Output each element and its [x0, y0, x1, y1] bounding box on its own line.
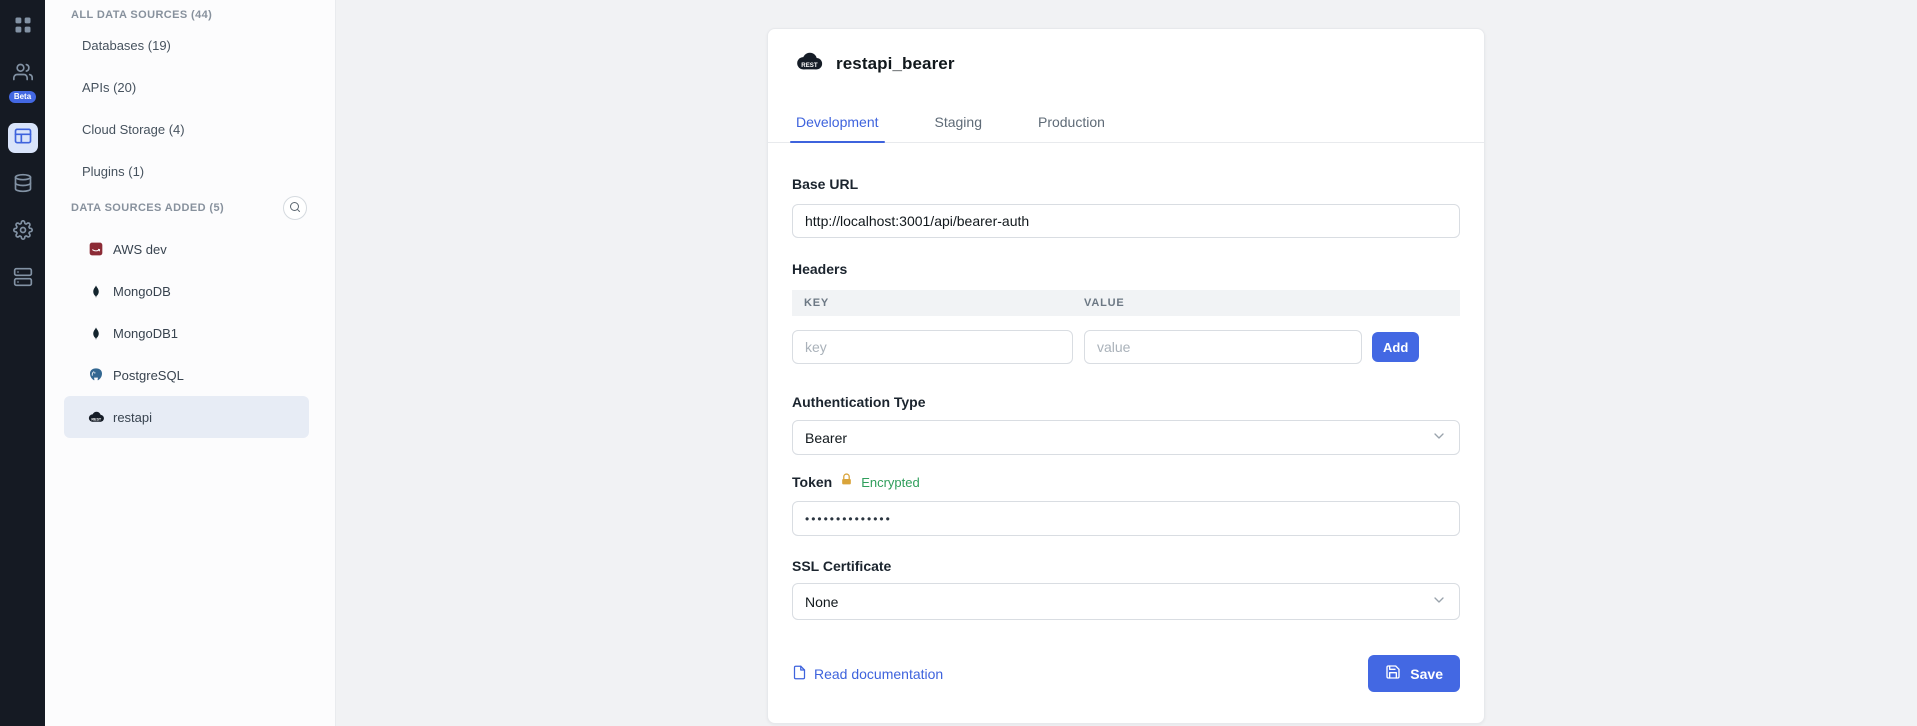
- tab-production[interactable]: Production: [1032, 104, 1111, 142]
- auth-type-value: Bearer: [805, 430, 847, 446]
- sidebar-item-databases[interactable]: Databases (19): [45, 24, 335, 66]
- sidebar-item-postgresql[interactable]: PostgreSQL: [64, 354, 309, 396]
- base-url-input[interactable]: [792, 204, 1460, 238]
- search-button[interactable]: [283, 196, 307, 220]
- headers-row: Add: [792, 330, 1460, 364]
- database-icon: [13, 173, 33, 198]
- encrypted-badge: Encrypted: [861, 475, 920, 490]
- svg-text:REST: REST: [91, 417, 102, 421]
- mongodb-leaf-icon: [87, 326, 105, 341]
- save-icon: [1385, 664, 1401, 683]
- base-url-label: Base URL: [792, 176, 1460, 192]
- lock-icon: [840, 473, 853, 491]
- rail-item-workflows[interactable]: [8, 59, 38, 89]
- headers-table-header: KEY VALUE: [792, 290, 1460, 316]
- chevron-down-icon: [1431, 592, 1447, 611]
- page-title: restapi_bearer: [836, 54, 955, 74]
- header-value-input[interactable]: [1084, 330, 1362, 364]
- sidebar-item-mongodb[interactable]: MongoDB: [64, 270, 309, 312]
- token-block: Token Encrypted: [792, 473, 1460, 536]
- ssl-certificate-label: SSL Certificate: [792, 558, 1460, 574]
- app-window: Beta: [0, 0, 1917, 726]
- header-key-input[interactable]: [792, 330, 1073, 364]
- datasource-label: MongoDB: [113, 284, 171, 299]
- auth-type-block: Authentication Type Bearer: [792, 394, 1460, 455]
- document-icon: [792, 665, 807, 683]
- value-column-header: VALUE: [1084, 297, 1124, 309]
- gear-icon: [13, 220, 33, 245]
- rail-item-database[interactable]: [8, 170, 38, 200]
- datasource-label: PostgreSQL: [113, 368, 184, 383]
- datasource-form: Base URL Headers KEY VALUE Add Authe: [768, 143, 1484, 620]
- datasource-sidebar: ALL DATA SOURCES (44) Databases (19) API…: [45, 0, 336, 726]
- beta-badge: Beta: [9, 91, 36, 103]
- sidebar-item-cloud-storage[interactable]: Cloud Storage (4): [45, 108, 335, 150]
- server-icon: [13, 267, 33, 292]
- add-header-button[interactable]: Add: [1372, 332, 1419, 362]
- rail-item-data-sources[interactable]: [8, 123, 38, 153]
- save-button-label: Save: [1410, 666, 1443, 682]
- sidebar-item-restapi[interactable]: REST restapi: [64, 396, 309, 438]
- headers-block: Headers KEY VALUE Add: [792, 261, 1460, 364]
- sidebar-item-aws-dev[interactable]: AWS dev: [64, 228, 309, 270]
- rail-item-settings[interactable]: [8, 217, 38, 247]
- read-documentation-link[interactable]: Read documentation: [792, 665, 943, 683]
- section-title-data-sources-added-row: DATA SOURCES ADDED (5): [45, 194, 335, 222]
- mongodb-leaf-icon: [87, 284, 105, 299]
- read-documentation-label: Read documentation: [814, 666, 943, 682]
- headers-label: Headers: [792, 261, 1460, 277]
- sidebar-item-mongodb1[interactable]: MongoDB1: [64, 312, 309, 354]
- token-label: Token: [792, 474, 832, 490]
- tab-development[interactable]: Development: [790, 104, 885, 142]
- tab-staging[interactable]: Staging: [929, 104, 988, 142]
- data-sources-icon: [13, 126, 33, 151]
- chevron-down-icon: [1431, 428, 1447, 447]
- datasource-label: MongoDB1: [113, 326, 178, 341]
- rest-api-cloud-icon: REST: [794, 51, 824, 77]
- aws-icon: [87, 241, 105, 257]
- rest-api-cloud-icon: REST: [87, 410, 105, 424]
- rail-item-workspace[interactable]: [8, 264, 38, 294]
- save-button[interactable]: Save: [1368, 655, 1460, 692]
- postgresql-icon: [87, 367, 105, 383]
- panel-footer: Read documentation Save: [792, 655, 1460, 692]
- datasource-label: restapi: [113, 410, 152, 425]
- main-content: REST restapi_bearer Development Staging …: [336, 0, 1917, 726]
- left-rail: Beta: [0, 0, 45, 726]
- users-icon: [13, 62, 33, 87]
- token-label-row: Token Encrypted: [792, 473, 1460, 491]
- datasource-panel: REST restapi_bearer Development Staging …: [767, 28, 1485, 724]
- sidebar-item-apis[interactable]: APIs (20): [45, 66, 335, 108]
- ssl-certificate-select[interactable]: None: [792, 583, 1460, 620]
- svg-text:REST: REST: [801, 62, 818, 69]
- panel-header: REST restapi_bearer: [768, 29, 1484, 77]
- datasource-label: AWS dev: [113, 242, 167, 257]
- search-icon: [289, 201, 301, 216]
- env-tabs: Development Staging Production: [768, 104, 1484, 143]
- section-title-data-sources-added: DATA SOURCES ADDED (5): [71, 202, 224, 214]
- sidebar-item-plugins[interactable]: Plugins (1): [45, 150, 335, 192]
- section-title-all-data-sources: ALL DATA SOURCES (44): [45, 0, 335, 24]
- added-datasources-list: AWS dev MongoDB MongoDB1: [45, 228, 335, 438]
- apps-icon: [13, 15, 33, 40]
- auth-type-label: Authentication Type: [792, 394, 1460, 410]
- auth-type-select[interactable]: Bearer: [792, 420, 1460, 455]
- ssl-certificate-value: None: [805, 594, 838, 610]
- token-input[interactable]: [792, 501, 1460, 536]
- key-column-header: KEY: [792, 297, 1084, 309]
- rail-item-apps[interactable]: [8, 12, 38, 42]
- ssl-block: SSL Certificate None: [792, 558, 1460, 620]
